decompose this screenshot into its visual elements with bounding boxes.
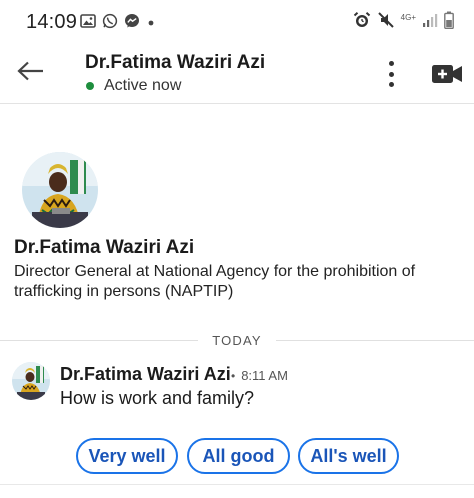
quick-reply-all-good[interactable]: All good bbox=[187, 438, 290, 474]
profile-name: Dr.Fatima Waziri Azi bbox=[14, 237, 195, 258]
date-label: TODAY bbox=[212, 332, 262, 348]
profile-avatar[interactable] bbox=[22, 152, 98, 228]
battery-icon bbox=[444, 11, 454, 34]
divider-line-right bbox=[275, 339, 474, 341]
online-dot-icon bbox=[86, 82, 94, 90]
whatsapp-icon bbox=[102, 13, 118, 34]
signal-icon bbox=[422, 12, 438, 33]
quick-reply-bar: Very well All good All's well bbox=[0, 438, 474, 476]
message-sender-avatar[interactable] bbox=[12, 362, 50, 400]
video-call-add-icon bbox=[431, 65, 463, 90]
message-time: 8:11 AM bbox=[241, 368, 288, 383]
more-vert-dot bbox=[388, 71, 394, 77]
gallery-icon bbox=[80, 14, 96, 33]
video-call-button[interactable] bbox=[431, 62, 463, 86]
message-sender-name: Dr.Fatima Waziri Azi bbox=[60, 364, 231, 384]
back-button[interactable] bbox=[14, 58, 48, 88]
quick-reply-very-well[interactable]: Very well bbox=[76, 438, 178, 474]
status-time: 14:09 bbox=[26, 11, 78, 33]
dot-icon bbox=[146, 15, 156, 33]
messenger-icon bbox=[124, 13, 140, 34]
more-vert-dot bbox=[388, 82, 394, 87]
message-meta: • 8:11 AM bbox=[231, 368, 288, 383]
date-divider: TODAY bbox=[0, 330, 474, 350]
network-type-label: 4G+ bbox=[400, 12, 416, 22]
more-vert-icon bbox=[388, 61, 394, 66]
more-options-button[interactable] bbox=[380, 58, 402, 90]
arrow-left-icon bbox=[17, 61, 45, 86]
presence-status: Active now bbox=[85, 77, 181, 95]
message-text: How is work and family? bbox=[60, 388, 255, 408]
presence-text: Active now bbox=[104, 77, 182, 94]
profile-bio: Director General at National Agency for … bbox=[14, 263, 416, 300]
contact-name[interactable]: Dr.Fatima Waziri Azi bbox=[85, 52, 265, 74]
quick-reply-alls-well[interactable]: All's well bbox=[298, 438, 399, 474]
divider-line-left bbox=[0, 339, 199, 341]
system-icons: 4G+ bbox=[353, 11, 454, 34]
alarm-icon bbox=[353, 11, 371, 34]
meta-separator: • bbox=[231, 368, 236, 383]
status-bar: 14:09 4G+ bbox=[0, 0, 474, 44]
notification-icons bbox=[80, 13, 156, 34]
composer-divider bbox=[0, 484, 474, 485]
conversation-header: Dr.Fatima Waziri Azi Active now bbox=[0, 44, 474, 104]
mute-icon bbox=[377, 11, 395, 34]
